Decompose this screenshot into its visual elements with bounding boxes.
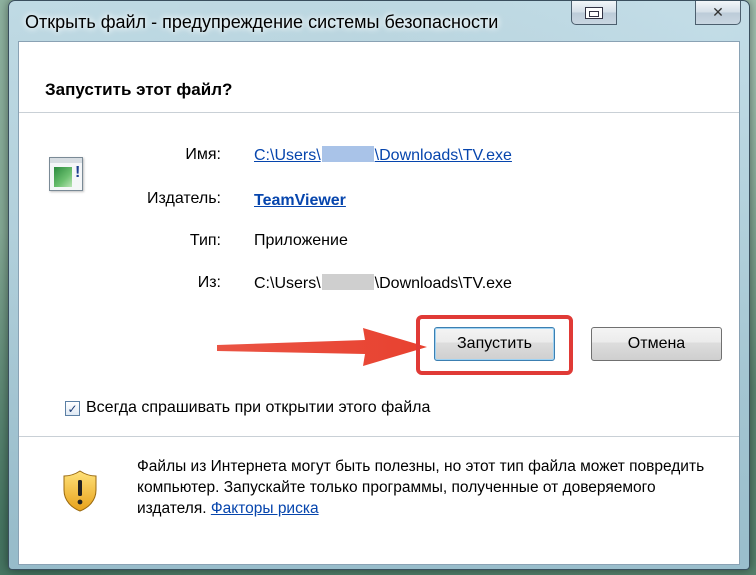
- close-icon: ✕: [712, 4, 724, 20]
- restore-icon: [585, 6, 603, 19]
- security-warning-dialog: Открыть файл - предупреждение системы бе…: [8, 0, 750, 570]
- arrow-annotation: [217, 328, 427, 366]
- always-ask-label[interactable]: Всегда спрашивать при открытии этого фай…: [86, 399, 430, 417]
- from-suffix: \Downloads\TV.exe: [374, 275, 512, 292]
- window-title: Открыть файл - предупреждение системы бе…: [25, 12, 499, 32]
- always-ask-checkbox[interactable]: ✓: [65, 401, 80, 416]
- cancel-button[interactable]: Отмена: [591, 327, 722, 361]
- check-icon: ✓: [67, 401, 78, 416]
- redacted-username: [321, 146, 374, 162]
- risk-factors-link[interactable]: Факторы риска: [211, 500, 319, 517]
- from-prefix: C:\Users\: [254, 275, 321, 292]
- app-icon: !: [49, 157, 83, 191]
- from-label: Из:: [197, 274, 221, 291]
- publisher-label: Издатель:: [147, 190, 221, 207]
- type-label: Тип:: [189, 232, 221, 249]
- name-link-suffix[interactable]: \Downloads\TV.exe: [375, 147, 512, 164]
- title-bar[interactable]: Открыть файл - предупреждение системы бе…: [9, 1, 749, 41]
- publisher-link[interactable]: TeamViewer: [254, 192, 346, 209]
- from-value: C:\Users\ \Downloads\TV.exe: [254, 274, 512, 293]
- redacted-username: [321, 274, 374, 290]
- divider: [19, 436, 739, 437]
- divider: [19, 112, 739, 113]
- name-link-prefix[interactable]: C:\Users\: [254, 147, 321, 164]
- restore-button[interactable]: [571, 1, 617, 25]
- name-value[interactable]: C:\Users\ \Downloads\TV.exe: [254, 146, 512, 165]
- shield-warning-icon: [63, 470, 97, 512]
- name-label: Имя:: [185, 146, 221, 163]
- close-button[interactable]: ✕: [695, 1, 741, 25]
- publisher-value[interactable]: TeamViewer: [254, 192, 346, 210]
- type-value: Приложение: [254, 232, 348, 249]
- dialog-heading: Запустить этот файл?: [45, 80, 233, 99]
- run-button[interactable]: Запустить: [434, 327, 555, 361]
- warning-text: Файлы из Интернета могут быть полезны, н…: [137, 458, 705, 517]
- dialog-body: Запустить этот файл? ! Имя: C:\Users\ \Do…: [18, 41, 740, 565]
